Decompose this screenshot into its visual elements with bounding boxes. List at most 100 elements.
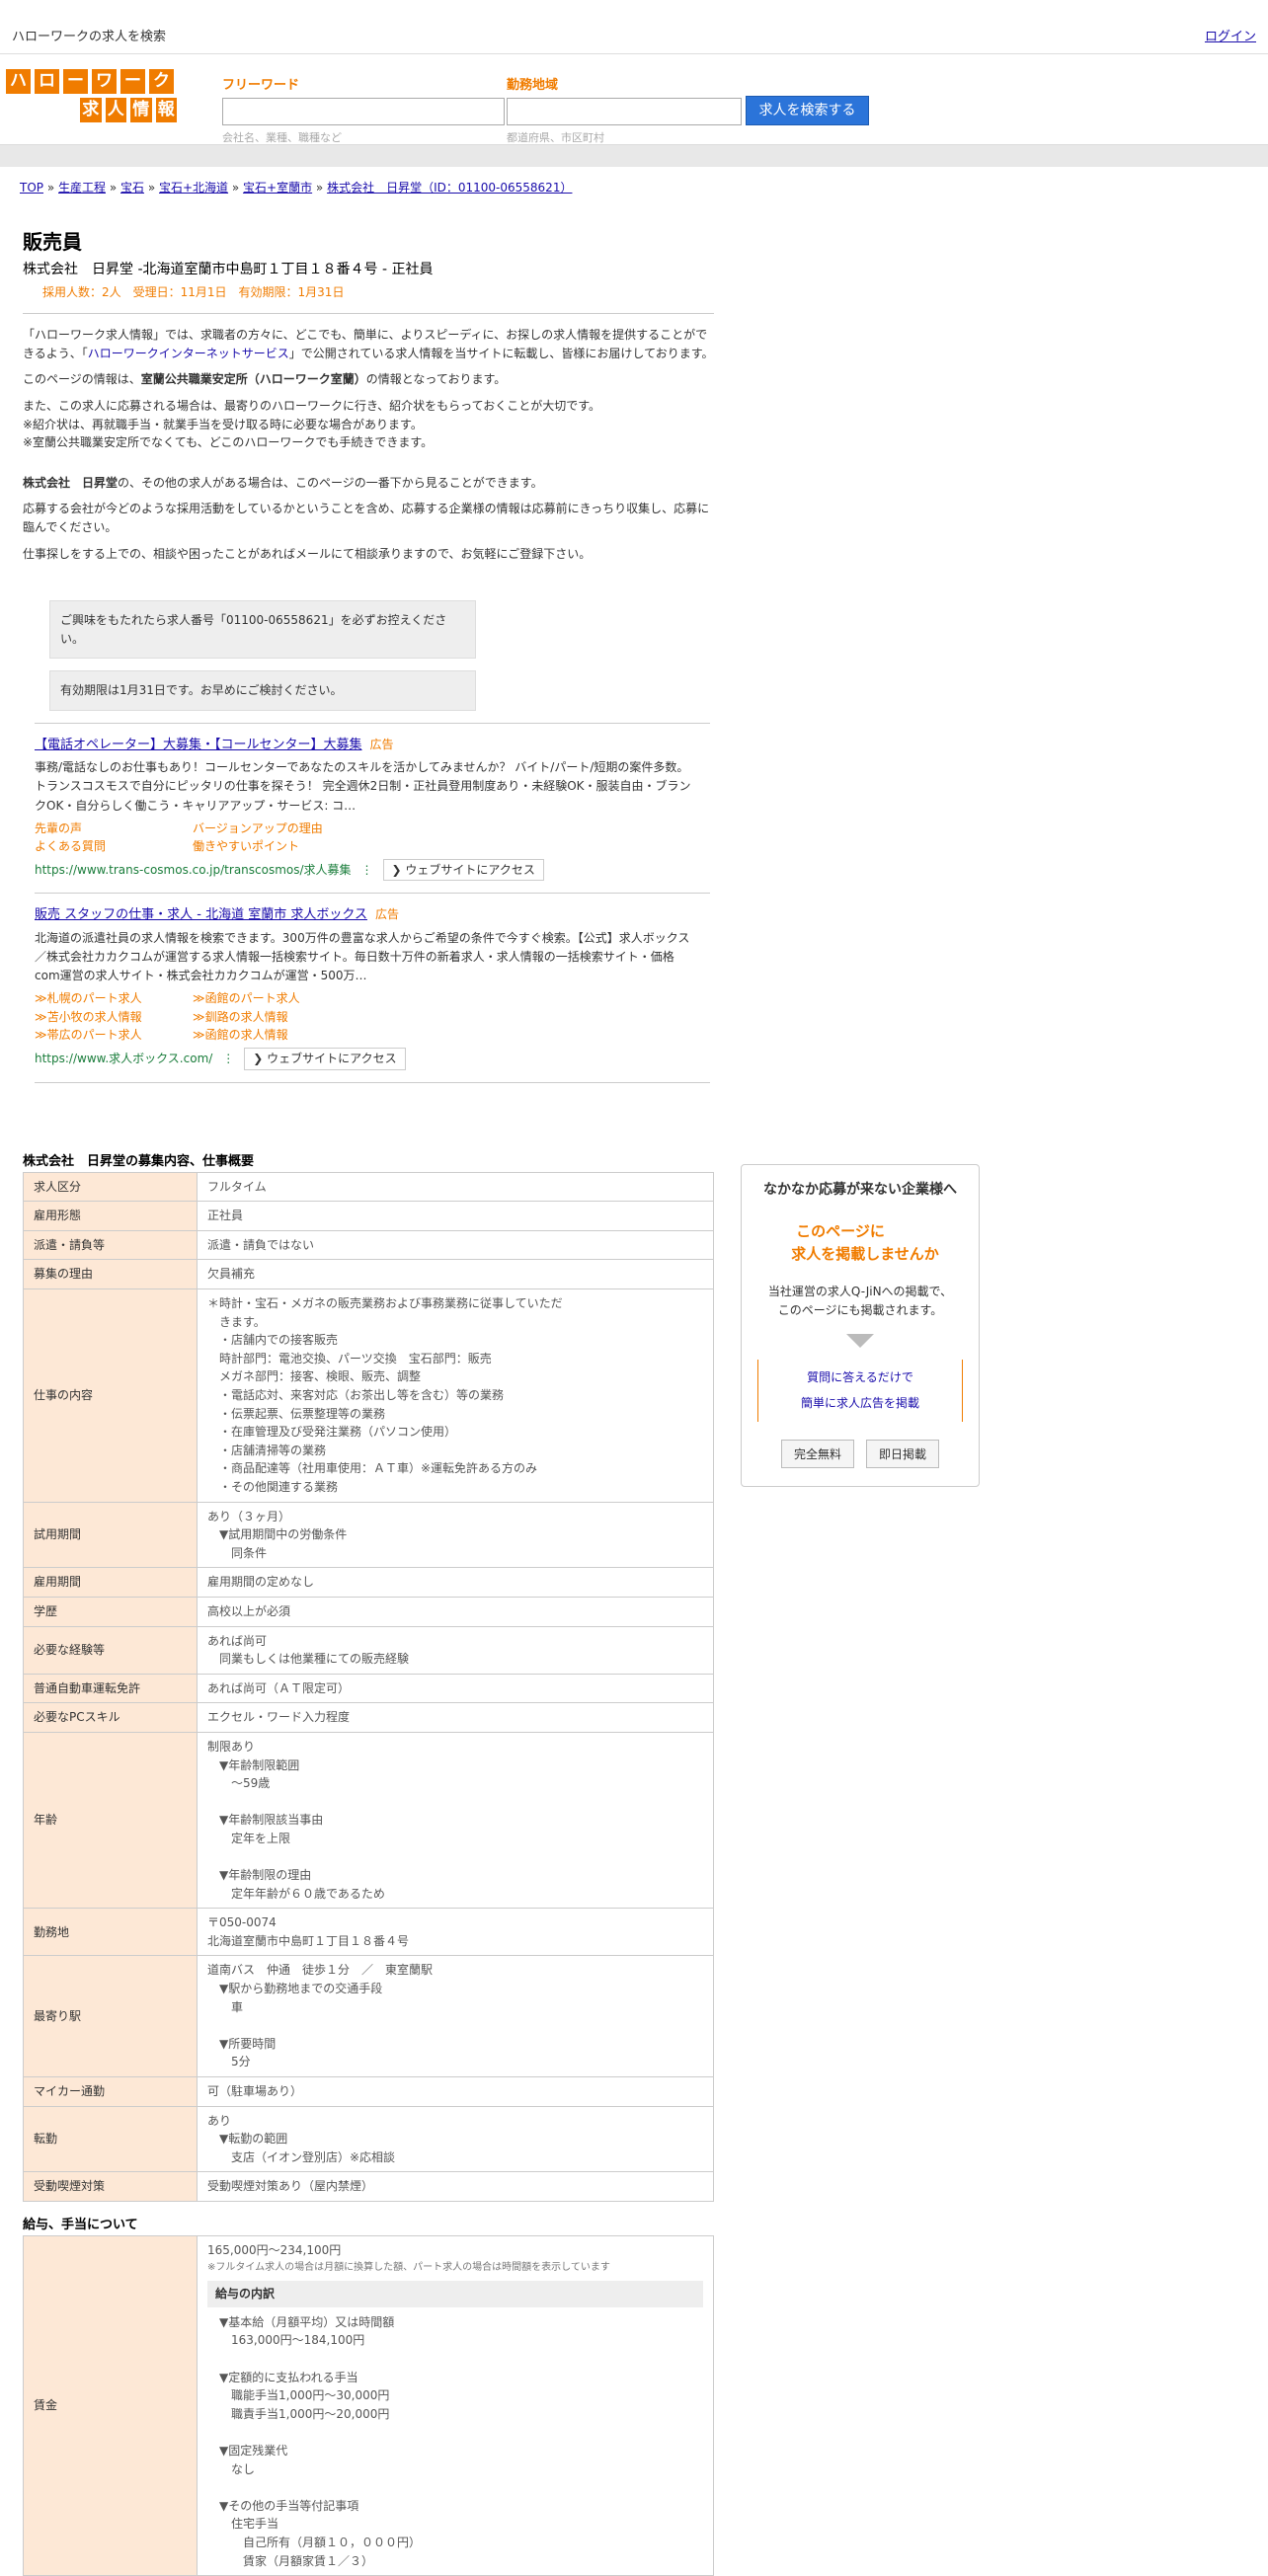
- row-header: 賃金: [23, 2235, 198, 2576]
- table-row: 年齢 制限あり ▼年齢制限範囲 〜59歳 ▼年齢制限該当事由 定年を上限 ▼年齢制…: [23, 1731, 714, 1910]
- logo-char: 情: [129, 97, 153, 123]
- ad-block: 販売 スタッフの仕事・求人 - 北海道 室蘭市 求人ボックス 広告 北海道の派遣社員…: [35, 905, 698, 1070]
- ad-sitelink[interactable]: ≫函館の求人情報: [193, 1026, 390, 1045]
- salary-line: [219, 2478, 703, 2497]
- table-row: 求人区分 フルタイム: [23, 1171, 714, 1203]
- salary-line: ▼固定残業代: [219, 2444, 288, 2458]
- ad-url[interactable]: https://www.求人ボックス.com/: [35, 1050, 212, 1068]
- salary-line: 職責手当1,000円〜20,000円: [219, 2406, 390, 2421]
- row-value: 受動喫煙対策あり（屋内禁煙）: [197, 2171, 714, 2203]
- row-value: フルタイム: [197, 1171, 714, 1203]
- area-input[interactable]: [507, 98, 742, 125]
- ad-title-link[interactable]: 販売 スタッフの仕事・求人 - 北海道 室蘭市 求人ボックス: [35, 907, 367, 922]
- value-line: 可（駐車場あり）: [207, 2084, 303, 2099]
- table-row: 転勤 あり ▼転勤の範囲 支店（イオン登別店）※応相談: [23, 2105, 714, 2173]
- value-line: ▼所要時間: [207, 2036, 277, 2051]
- value-line: あり: [207, 2113, 232, 2128]
- row-value: 雇用期間の定めなし: [197, 1567, 714, 1598]
- ad-url[interactable]: https://www.trans-cosmos.co.jp/transcosm…: [35, 861, 352, 880]
- value-line: [207, 1848, 703, 1867]
- ad-title-row: 販売 スタッフの仕事・求人 - 北海道 室蘭市 求人ボックス 広告: [35, 905, 698, 925]
- ad-sitelink[interactable]: ≫帯広のパート求人: [35, 1026, 193, 1045]
- panel-link-question[interactable]: 質問に答えるだけで: [758, 1366, 962, 1390]
- free-button[interactable]: 完全無料: [780, 1439, 854, 1468]
- job-subtitle: 株式会社 日昇堂 -北海道室蘭市中島町１丁目１８番４号 - 正社員: [23, 262, 434, 277]
- hellowork-internet-link[interactable]: ハローワークインターネットサービス: [88, 347, 289, 360]
- breadcrumb-link[interactable]: TOP: [20, 181, 43, 195]
- breadcrumb-link[interactable]: 宝石+北海道: [159, 181, 228, 195]
- notice-job-number: ご興味をもたれたら求人番号「01100-06558621」を必ずお控えください。: [49, 600, 476, 660]
- ad-sitelinks: 先輩の声 バージョンアップの理由 よくある質問 働きやすいポイント: [35, 820, 698, 856]
- value-line: メガネ部門：接客、検眼、販売、調整: [207, 1369, 422, 1384]
- summary-title: 株式会社 日昇堂の募集内容、仕事概要: [23, 1153, 255, 1169]
- intro-p7: 応募する会社が今どのような採用活動をしているかということを含め、応募する企業様の…: [23, 502, 710, 535]
- freeword-label: フリーワード: [222, 78, 300, 93]
- header: ハローワーク 求人情報 フリーワード 会社名、業種、職種など 勤務地域 都道府県…: [0, 54, 1268, 145]
- ad-sitelink[interactable]: ≫苫小牧の求人情報: [35, 1008, 193, 1027]
- row-header: 求人区分: [23, 1171, 198, 1203]
- value-line: 〒050-0074: [207, 1915, 277, 1930]
- salary-range: 165,000円〜234,100円: [207, 2243, 342, 2258]
- panel-link-post[interactable]: 簡単に求人広告を掲載: [758, 1391, 962, 1416]
- row-value: あれば尚可（ＡＴ限定可）: [197, 1673, 714, 1704]
- salary-line: [219, 2350, 703, 2369]
- visit-site-button[interactable]: ❯ ウェブサイトにアクセス: [244, 1047, 406, 1070]
- ad-sitelink[interactable]: ≫釧路の求人情報: [193, 1008, 390, 1027]
- ad-title-link[interactable]: 【電話オペレーター】大募集・【コールセンター】大募集: [35, 738, 362, 752]
- value-line: 定年年齢が６０歳であるため: [207, 1886, 385, 1901]
- row-header: 募集の理由: [23, 1259, 198, 1290]
- value-line: ▼年齢制限範囲: [207, 1757, 300, 1772]
- table-row: 募集の理由 欠員補充: [23, 1259, 714, 1290]
- ad-sitelink[interactable]: ≫札幌のパート求人: [35, 989, 193, 1008]
- breadcrumb-link[interactable]: 生産工程: [58, 181, 106, 195]
- ad-sitelink[interactable]: 先輩の声: [35, 820, 193, 838]
- row-header: 受動喫煙対策: [23, 2171, 198, 2203]
- salary-line: 賃家（月額家賃１／３）: [219, 2553, 374, 2568]
- table-row: 受動喫煙対策 受動喫煙対策あり（屋内禁煙）: [23, 2171, 714, 2203]
- value-line: 制限あり: [207, 1739, 256, 1754]
- value-line: 同業もしくは他業種にての販売経験: [207, 1652, 410, 1667]
- salary-table: 賃金 165,000円〜234,100円 ※フルタイム求人の場合は月額に換算した…: [23, 2235, 714, 2576]
- more-icon[interactable]: ⋮: [361, 861, 373, 880]
- ad-sitelink[interactable]: 働きやすいポイント: [193, 837, 390, 856]
- hellowork-logo[interactable]: ハローワーク 求人情報: [5, 68, 178, 123]
- row-header: 転勤: [23, 2105, 198, 2173]
- notice-expiry: 有効期限は1月31日です。お早めにご検討ください。: [49, 670, 476, 711]
- value-line: ▼試用期間中の労働条件: [207, 1527, 348, 1542]
- freeword-input[interactable]: [222, 98, 505, 125]
- more-icon[interactable]: ⋮: [222, 1050, 234, 1068]
- salary-line: 自己所有（月額１０，０００円）: [219, 2535, 422, 2549]
- ad-sitelink[interactable]: よくある質問: [35, 837, 193, 856]
- value-line: 同条件: [207, 1545, 268, 1560]
- visit-site-button[interactable]: ❯ ウェブサイトにアクセス: [382, 858, 544, 882]
- row-value: 欠員補充: [197, 1259, 714, 1290]
- freeword-field-group: フリーワード 会社名、業種、職種など: [222, 74, 505, 145]
- site-title: ハローワークの求人を検索: [12, 30, 167, 44]
- row-header: 学歴: [23, 1596, 198, 1627]
- breadcrumb-link[interactable]: 株式会社 日昇堂（ID：01100-06558621）: [327, 181, 572, 195]
- login-link[interactable]: ログイン: [1205, 26, 1256, 44]
- ad-sitelink[interactable]: ≫函館のパート求人: [193, 989, 390, 1008]
- ad-sitelink[interactable]: バージョンアップの理由: [193, 820, 390, 838]
- row-header: 必要なPCスキル: [23, 1702, 198, 1733]
- row-header: マイカー通勤: [23, 2076, 198, 2107]
- job-meta: 採用人数：2人 受理日：11月1日 有効期限：1月31日: [42, 284, 345, 299]
- row-header: 年齢: [23, 1731, 198, 1910]
- same-day-button[interactable]: 即日掲載: [866, 1439, 940, 1468]
- area-label: 勤務地域: [507, 78, 559, 93]
- logo-char: ー: [119, 68, 146, 95]
- value-line: ・伝票起票、伝票整理等の業務: [207, 1406, 386, 1421]
- value-line: フルタイム: [207, 1179, 267, 1194]
- freeword-placeholder: 会社名、業種、職種など: [222, 131, 342, 144]
- intro-p1: 「ハローワーク求人情報」では、求職者の方々に、どこでも、簡単に、よりスピーディに…: [23, 328, 714, 360]
- divider-band: [0, 144, 1268, 167]
- breadcrumb-link[interactable]: 宝石+室蘭市: [243, 181, 312, 195]
- value-line: エクセル・ワード入力程度: [207, 1710, 351, 1725]
- breadcrumb-link[interactable]: 宝石: [120, 181, 144, 195]
- logo-char: ロ: [34, 68, 60, 95]
- search-button[interactable]: 求人を検索する: [746, 96, 869, 125]
- value-line: 北海道室蘭市中島町１丁目１８番４号: [207, 1933, 410, 1948]
- area-placeholder: 都道府県、市区町村: [507, 131, 604, 144]
- panel-catch: このページに 求人を掲載しませんか: [791, 1222, 939, 1263]
- logo-char: 求: [79, 97, 103, 123]
